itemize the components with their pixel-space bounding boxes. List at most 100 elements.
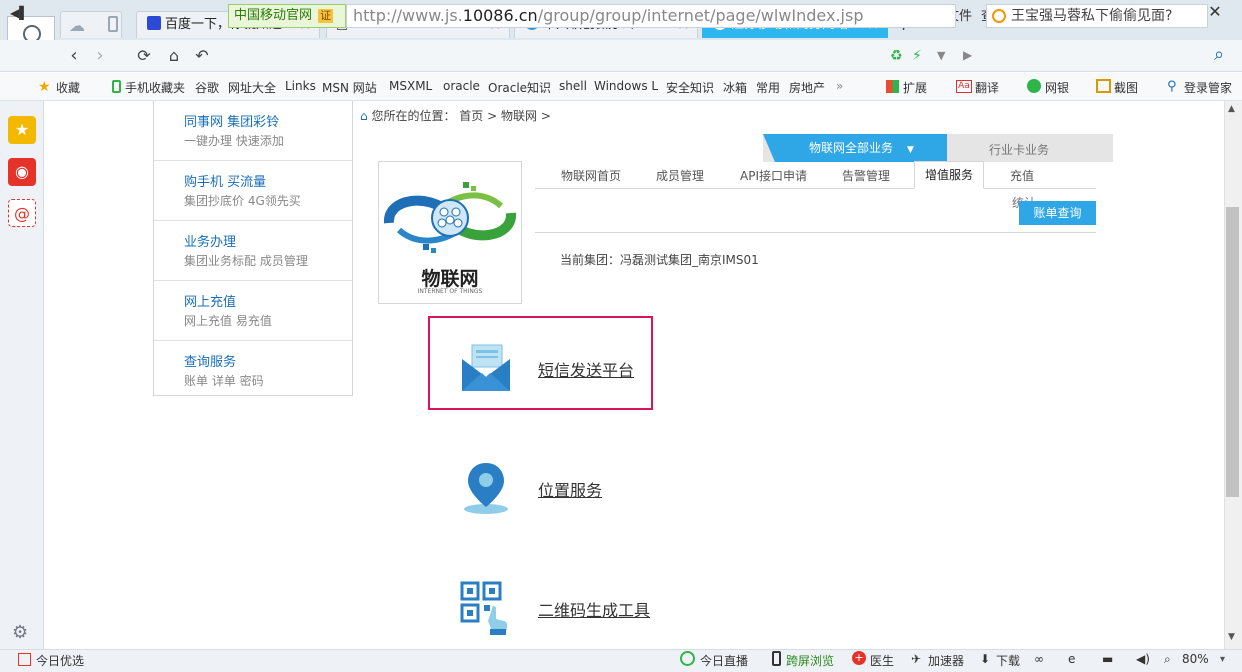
location-service-link[interactable]: 位置服务 (538, 477, 602, 501)
bookmark-common[interactable]: 常用 (756, 79, 780, 96)
ie-icon[interactable]: e (1068, 652, 1075, 666)
home-icon: ⌂ (360, 109, 368, 123)
zoom-level[interactable]: 80% (1182, 652, 1209, 666)
left-menu-item[interactable]: 查询服务 账单 详单 密码 (154, 341, 352, 401)
iot-logo: 物联网 INTERNET OF THINGS (378, 161, 522, 304)
phone-icon (108, 16, 118, 32)
bookmark-realestate[interactable]: 房地产 (789, 79, 825, 96)
toolbar-bank[interactable]: 网银 (1045, 79, 1069, 96)
breadcrumb-home[interactable]: 首页 (459, 109, 483, 123)
zoom-icon: ⌕ (1164, 652, 1171, 666)
bookmark-links[interactable]: Links (285, 79, 316, 93)
login-manager-icon: ⚲ (1167, 79, 1177, 94)
translate-icon: Aa (956, 80, 972, 93)
forward-button[interactable]: › (88, 44, 112, 68)
left-menu-item[interactable]: 同事网 集团彩铃 一键办理 快速添加 (154, 101, 352, 161)
screen-icon[interactable]: ▬ (1102, 652, 1113, 666)
toolbar-screenshot[interactable]: 截图 (1114, 79, 1138, 96)
tab-member-mgmt[interactable]: 成员管理 (656, 167, 704, 184)
status-bar (0, 649, 1242, 672)
page-content: 同事网 集团彩铃 一键办理 快速添加 购手机 买流量 集团抄底价 4G领先买 业务办… (44, 101, 1224, 649)
breadcrumb-current[interactable]: 物联网 (501, 109, 537, 123)
bookmark-msn[interactable]: MSN 网站 (322, 79, 377, 96)
tab-iot-home[interactable]: 物联网首页 (561, 167, 621, 184)
download-icon: ⬇ (980, 652, 991, 666)
scroll-down-icon[interactable]: ▼ (1228, 632, 1235, 642)
tab-value-added[interactable]: 增值服务 (914, 161, 984, 189)
sms-platform-link[interactable]: 短信发送平台 (538, 357, 634, 381)
toolbar-login-manager[interactable]: 登录管家 (1184, 79, 1232, 96)
weibo-icon[interactable]: ◉ (8, 158, 36, 186)
bookmark-security[interactable]: 安全知识 (666, 79, 714, 96)
status-download[interactable]: 下载 (996, 652, 1020, 669)
status-doctor[interactable]: 医生 (870, 652, 894, 669)
tab-api-apply[interactable]: API接口申请 (740, 167, 807, 184)
search-icon[interactable]: ⌕ (1214, 44, 1224, 65)
tab-all-business[interactable]: 物联网全部业务 ▼ (763, 134, 947, 162)
divider (535, 188, 1096, 189)
baidu-paw-icon (147, 16, 161, 30)
search-input[interactable]: 王宝强马蓉私下偷偷见面? (986, 4, 1208, 28)
bookmark-oracle[interactable]: oracle (443, 79, 480, 93)
bookmark-hao123[interactable]: 网址大全 (228, 79, 276, 96)
envelope-icon[interactable] (458, 341, 514, 397)
bookmark-fridge[interactable]: 冰箱 (723, 79, 747, 96)
extensions-icon (886, 80, 899, 93)
favorites-star-icon[interactable]: ★ (8, 116, 36, 144)
bookmark-oracle-kb[interactable]: Oracle知识 (488, 79, 551, 96)
home-button[interactable]: ⌂ (162, 44, 186, 68)
mail-icon[interactable]: @ (8, 199, 36, 227)
breadcrumb: ⌂ 您所在的位置： 首页 > 物联网 > (360, 109, 551, 123)
undo-close-button[interactable]: ↶ (190, 44, 214, 68)
iot-logo-icon (384, 182, 516, 253)
address-toolbar (0, 40, 1242, 72)
bookmark-mobile[interactable]: 手机收藏夹 (125, 79, 185, 96)
sidebar-toggle-icon[interactable]: ◀▌ (10, 6, 28, 20)
search-engine-icon (992, 9, 1006, 23)
status-live[interactable]: 今日直播 (700, 652, 748, 669)
gift-icon (18, 653, 31, 666)
chevron-down-icon[interactable]: ▾ (1220, 654, 1225, 665)
browser-window: ☁ 百度一下，你就知道 × ZMP × 中兴软创微办公 × 江苏移动和商务网站 … (0, 0, 1242, 672)
tab-alarm-mgmt[interactable]: 告警管理 (842, 167, 890, 184)
bookmark-favorites[interactable]: 收藏 (56, 79, 80, 96)
scrollbar-thumb[interactable] (1226, 207, 1239, 497)
cloud-icon: ☁ (69, 16, 85, 35)
bookmark-windows[interactable]: Windows L (594, 79, 658, 93)
url-input[interactable]: http://www.js.10086.cn/group/group/inter… (346, 4, 956, 28)
security-icon[interactable]: ♻ (890, 48, 903, 64)
logo-cn-text: 物联网 (421, 268, 479, 290)
tab-industry-card[interactable]: 行业卡业务 (989, 141, 1049, 158)
qrcode-icon[interactable] (458, 579, 514, 635)
status-today-picks[interactable]: 今日优选 (36, 652, 84, 669)
lightning-icon[interactable]: ⚡ (912, 48, 922, 64)
left-menu-item[interactable]: 业务办理 集团业务标配 成员管理 (154, 221, 352, 281)
location-pin-icon[interactable] (458, 459, 514, 515)
left-menu-item[interactable]: 网上充值 网上充值 易充值 (154, 281, 352, 341)
status-cross-screen[interactable]: 跨屏浏览 (786, 652, 834, 669)
tab-phone[interactable] (100, 11, 130, 38)
bookmark-google[interactable]: 谷歌 (195, 79, 219, 96)
chevron-down-icon[interactable]: ▼ (937, 49, 945, 62)
toolbar-extensions[interactable]: 扩展 (903, 79, 927, 96)
tab-recharge[interactable]: 充值 (1010, 167, 1034, 184)
bookmark-msxml[interactable]: MSXML (389, 79, 432, 93)
doctor-icon: + (852, 651, 866, 665)
mobile-icon (112, 80, 121, 93)
qrcode-tool-link[interactable]: 二维码生成工具 (538, 597, 650, 621)
volume-icon[interactable]: ◀) (1136, 652, 1150, 666)
bill-query-button[interactable]: 账单查询 (1019, 201, 1096, 225)
go-arrow-icon[interactable]: ▶ (963, 48, 972, 62)
scroll-up-icon[interactable]: ▲ (1228, 104, 1235, 114)
bookmark-shell[interactable]: shell (559, 79, 587, 93)
left-menu: 同事网 集团彩铃 一键办理 快速添加 购手机 买流量 集团抄底价 4G领先买 业务办… (153, 101, 353, 396)
glasses-icon[interactable]: ∞ (1034, 652, 1044, 666)
site-identity[interactable]: 中国移动官网 证 (228, 4, 346, 28)
settings-gear-icon[interactable]: ⚙ (12, 622, 28, 643)
bookmark-more[interactable]: » (836, 79, 843, 93)
left-menu-item[interactable]: 购手机 买流量 集团抄底价 4G领先买 (154, 161, 352, 221)
status-accelerator[interactable]: 加速器 (928, 652, 964, 669)
refresh-button[interactable]: ⟳ (132, 44, 156, 68)
toolbar-translate[interactable]: 翻译 (975, 79, 999, 96)
back-button[interactable]: ‹ (62, 44, 86, 68)
